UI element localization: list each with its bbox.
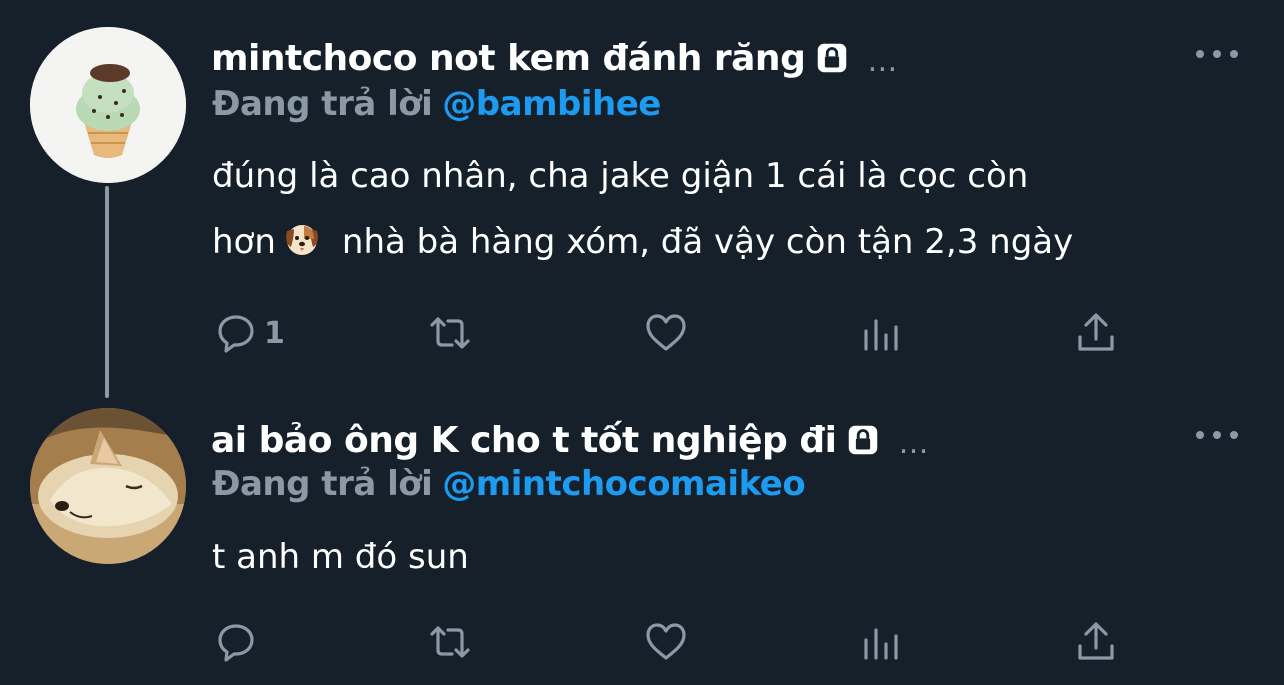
analytics-button[interactable] bbox=[858, 617, 906, 667]
reply-context: Đang trả lời @mintchocomaikeo bbox=[212, 464, 806, 504]
like-button[interactable] bbox=[642, 308, 690, 358]
tweet[interactable]: mintchoco not kem đánh răng … Đang trả l… bbox=[0, 0, 1284, 398]
display-name[interactable]: mintchoco not kem đánh răng bbox=[211, 38, 806, 79]
avatar[interactable] bbox=[30, 27, 186, 183]
reply-label: Đang trả lời bbox=[212, 84, 433, 124]
more-options-button[interactable] bbox=[1196, 44, 1238, 64]
tweet-text-fragment: nhà bà hàng xóm, đã vậy còn tận 2,3 ngày bbox=[341, 222, 1074, 262]
dog-face-emoji bbox=[282, 219, 322, 259]
avatar[interactable] bbox=[30, 408, 186, 564]
tweet-text: t anh m đó sun bbox=[212, 524, 1252, 590]
tweet-text-line: t anh m đó sun bbox=[212, 537, 469, 577]
share-button[interactable] bbox=[1072, 308, 1120, 358]
share-icon bbox=[1072, 309, 1120, 357]
reply-label: Đang trả lời bbox=[212, 464, 433, 504]
retweet-button[interactable] bbox=[426, 617, 474, 667]
tweet-text-line: hơn nhà bà hàng xóm, đã vậy còn tận 2,3 … bbox=[212, 209, 1252, 275]
retweet-icon bbox=[426, 309, 474, 357]
lock-icon bbox=[813, 39, 851, 77]
tweet-text-line: đúng là cao nhân, cha jake giận 1 cái là… bbox=[212, 156, 1029, 196]
reply-icon bbox=[212, 309, 260, 357]
name-row: mintchoco not kem đánh răng … bbox=[211, 36, 900, 80]
display-name[interactable]: ai bảo ông K cho t tốt nghiệp đi bbox=[211, 420, 837, 461]
analytics-icon bbox=[858, 618, 906, 666]
lock-icon bbox=[844, 421, 882, 459]
reply-button[interactable] bbox=[212, 617, 264, 667]
truncation-ellipsis: … bbox=[898, 426, 932, 461]
reply-icon bbox=[212, 618, 260, 666]
reply-context: Đang trả lời @bambihee bbox=[212, 84, 661, 124]
more-options-button[interactable] bbox=[1196, 425, 1238, 445]
reply-handle-link[interactable]: @bambihee bbox=[442, 84, 661, 124]
like-icon bbox=[642, 618, 690, 666]
like-icon bbox=[642, 309, 690, 357]
tweet-text-fragment: hơn bbox=[212, 222, 276, 262]
thread-connector-line bbox=[105, 186, 109, 398]
retweet-button[interactable] bbox=[426, 308, 474, 358]
retweet-icon bbox=[426, 618, 474, 666]
tweet-text: đúng là cao nhân, cha jake giận 1 cái là… bbox=[212, 143, 1252, 275]
reply-button[interactable]: 1 bbox=[212, 308, 285, 358]
truncation-ellipsis: … bbox=[867, 44, 901, 79]
like-button[interactable] bbox=[642, 617, 690, 667]
tweet[interactable]: ai bảo ông K cho t tốt nghiệp đi … Đang … bbox=[0, 385, 1284, 685]
share-icon bbox=[1072, 618, 1120, 666]
reply-handle-link[interactable]: @mintchocomaikeo bbox=[442, 464, 805, 504]
share-button[interactable] bbox=[1072, 617, 1120, 667]
analytics-button[interactable] bbox=[858, 308, 906, 358]
analytics-icon bbox=[858, 309, 906, 357]
name-row: ai bảo ông K cho t tốt nghiệp đi … bbox=[211, 418, 931, 462]
reply-count: 1 bbox=[264, 315, 285, 351]
action-bar bbox=[212, 617, 1132, 667]
action-bar: 1 bbox=[212, 308, 1132, 358]
